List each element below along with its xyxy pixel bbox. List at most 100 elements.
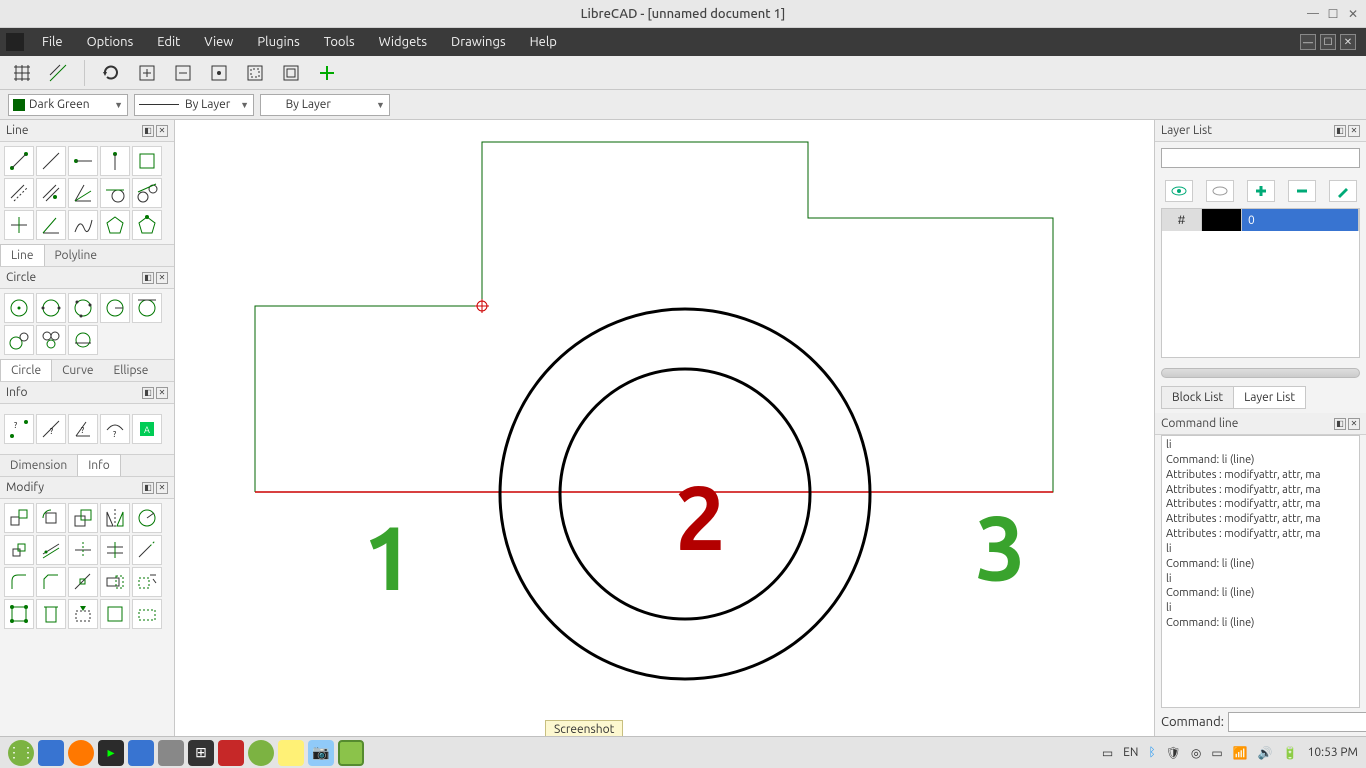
tray-battery-icon[interactable]: 🔋 [1283, 746, 1298, 760]
line-vertical-button[interactable] [100, 146, 130, 176]
taskbar-terminal-icon[interactable]: ▸ [98, 740, 124, 766]
taskbar-app1-icon[interactable] [158, 740, 184, 766]
tab-info[interactable]: Info [77, 454, 121, 476]
tray-lang[interactable]: EN [1123, 746, 1138, 759]
menu-help[interactable]: Help [518, 31, 569, 53]
layer-remove-button[interactable] [1288, 180, 1316, 202]
tray-app-icon[interactable]: ▭ [1102, 746, 1113, 760]
modify-scale-button[interactable] [68, 503, 98, 533]
modify-explode-button[interactable] [132, 567, 162, 597]
circle-cr-button[interactable] [100, 293, 130, 323]
tray-shield-icon[interactable]: 🛡 [1166, 746, 1181, 760]
modify-mirror-button[interactable] [100, 503, 130, 533]
line-relangle-button[interactable] [36, 210, 66, 240]
panel-float-icon[interactable]: ◧ [1334, 125, 1346, 137]
line-tangent1-button[interactable] [100, 178, 130, 208]
draft-mode-button[interactable] [44, 59, 72, 87]
zoom-auto-button[interactable] [205, 59, 233, 87]
panel-float-icon[interactable]: ◧ [142, 272, 154, 284]
taskbar-app5-icon[interactable] [278, 740, 304, 766]
circle-2p-button[interactable] [36, 293, 66, 323]
menu-widgets[interactable]: Widgets [367, 31, 439, 53]
taskbar-librecad-icon[interactable] [338, 740, 364, 766]
modify-properties-button[interactable] [100, 599, 130, 629]
taskbar-files-icon[interactable] [38, 740, 64, 766]
menu-tools[interactable]: Tools [312, 31, 367, 53]
modify-trim-button[interactable] [68, 535, 98, 565]
taskbar-screenshot-icon[interactable]: 📷 [308, 740, 334, 766]
line-horizontal-button[interactable] [68, 146, 98, 176]
command-input[interactable] [1228, 712, 1366, 732]
line-freehand-button[interactable] [68, 210, 98, 240]
tab-blocklist[interactable]: Block List [1161, 386, 1233, 409]
circle-tan3-button[interactable] [36, 325, 66, 355]
mdi-close-icon[interactable]: ✕ [1340, 34, 1356, 50]
menu-file[interactable]: File [30, 31, 75, 53]
line-polygon-cen-button[interactable] [100, 210, 130, 240]
panel-close-icon[interactable]: ✕ [156, 125, 168, 137]
modify-attributes-button[interactable] [4, 599, 34, 629]
layer-color-swatch[interactable] [1202, 209, 1242, 231]
circle-inscribed-button[interactable] [68, 325, 98, 355]
modify-move-button[interactable] [4, 503, 34, 533]
line-2points-button[interactable] [4, 146, 34, 176]
circle-center-button[interactable] [4, 293, 34, 323]
zoom-window-button[interactable] [277, 59, 305, 87]
panel-float-icon[interactable]: ◧ [142, 387, 154, 399]
panel-close-icon[interactable]: ✕ [156, 482, 168, 494]
layer-list[interactable]: # 0 [1161, 208, 1360, 358]
circle-tan2-button[interactable] [4, 325, 34, 355]
line-orthogonal-button[interactable] [4, 210, 34, 240]
tray-clock[interactable]: 10:53 PM [1308, 746, 1358, 759]
linetype-combo[interactable]: By Layer ▼ [134, 94, 254, 116]
menu-drawings[interactable]: Drawings [439, 31, 518, 53]
line-angle-button[interactable] [36, 146, 66, 176]
layer-edit-button[interactable] [1329, 180, 1357, 202]
lineweight-combo[interactable]: By Layer ▼ [260, 94, 390, 116]
line-tangent2-button[interactable] [132, 178, 162, 208]
panel-close-icon[interactable]: ✕ [1348, 125, 1360, 137]
scrollbar[interactable] [1161, 368, 1360, 378]
maximize-icon[interactable]: ☐ [1326, 7, 1340, 21]
tray-bluetooth-icon[interactable]: ᛒ [1148, 746, 1155, 759]
taskbar-firefox-icon[interactable] [68, 740, 94, 766]
taskbar-app3-icon[interactable] [218, 740, 244, 766]
menu-plugins[interactable]: Plugins [245, 31, 311, 53]
modify-lengthen-button[interactable] [132, 535, 162, 565]
layer-name[interactable]: 0 [1242, 209, 1359, 231]
tab-polyline[interactable]: Polyline [45, 245, 108, 266]
taskbar-folder-icon[interactable] [128, 740, 154, 766]
modify-fillet-button[interactable] [4, 567, 34, 597]
modify-explode-text-button[interactable] [132, 599, 162, 629]
tab-line[interactable]: Line [0, 244, 45, 266]
zoom-pan-button[interactable] [313, 59, 341, 87]
modify-rotate-button[interactable] [36, 503, 66, 533]
redraw-button[interactable] [97, 59, 125, 87]
zoom-out-button[interactable] [169, 59, 197, 87]
panel-float-icon[interactable]: ◧ [142, 482, 154, 494]
layer-filter-input[interactable] [1161, 148, 1360, 168]
line-parallel-through-button[interactable] [36, 178, 66, 208]
color-combo[interactable]: Dark Green ▼ [8, 94, 128, 116]
panel-float-icon[interactable]: ◧ [1334, 418, 1346, 430]
info-total-button[interactable]: ? [100, 414, 130, 444]
layer-showall-button[interactable] [1165, 180, 1193, 202]
modify-divide-button[interactable] [68, 567, 98, 597]
panel-float-icon[interactable]: ◧ [142, 125, 154, 137]
tray-wifi-icon[interactable]: 📶 [1233, 746, 1248, 760]
modify-trim2-button[interactable] [100, 535, 130, 565]
layer-add-button[interactable] [1247, 180, 1275, 202]
info-dist2-button[interactable]: ? [36, 414, 66, 444]
start-menu-button[interactable]: ⋮⋮ [8, 740, 34, 766]
modify-moverotate-button[interactable] [132, 503, 162, 533]
tray-gpu-icon[interactable]: ◎ [1191, 746, 1201, 760]
mdi-maximize-icon[interactable]: ☐ [1320, 34, 1336, 50]
line-polygon-cor-button[interactable] [132, 210, 162, 240]
info-angle-button[interactable]: ? [68, 414, 98, 444]
menu-view[interactable]: View [192, 31, 245, 53]
tab-dimension[interactable]: Dimension [0, 455, 77, 476]
modify-chamfer-button[interactable] [36, 567, 66, 597]
circle-tan1-button[interactable] [132, 293, 162, 323]
taskbar-app4-icon[interactable] [248, 740, 274, 766]
close-icon[interactable]: ✕ [1346, 7, 1360, 21]
